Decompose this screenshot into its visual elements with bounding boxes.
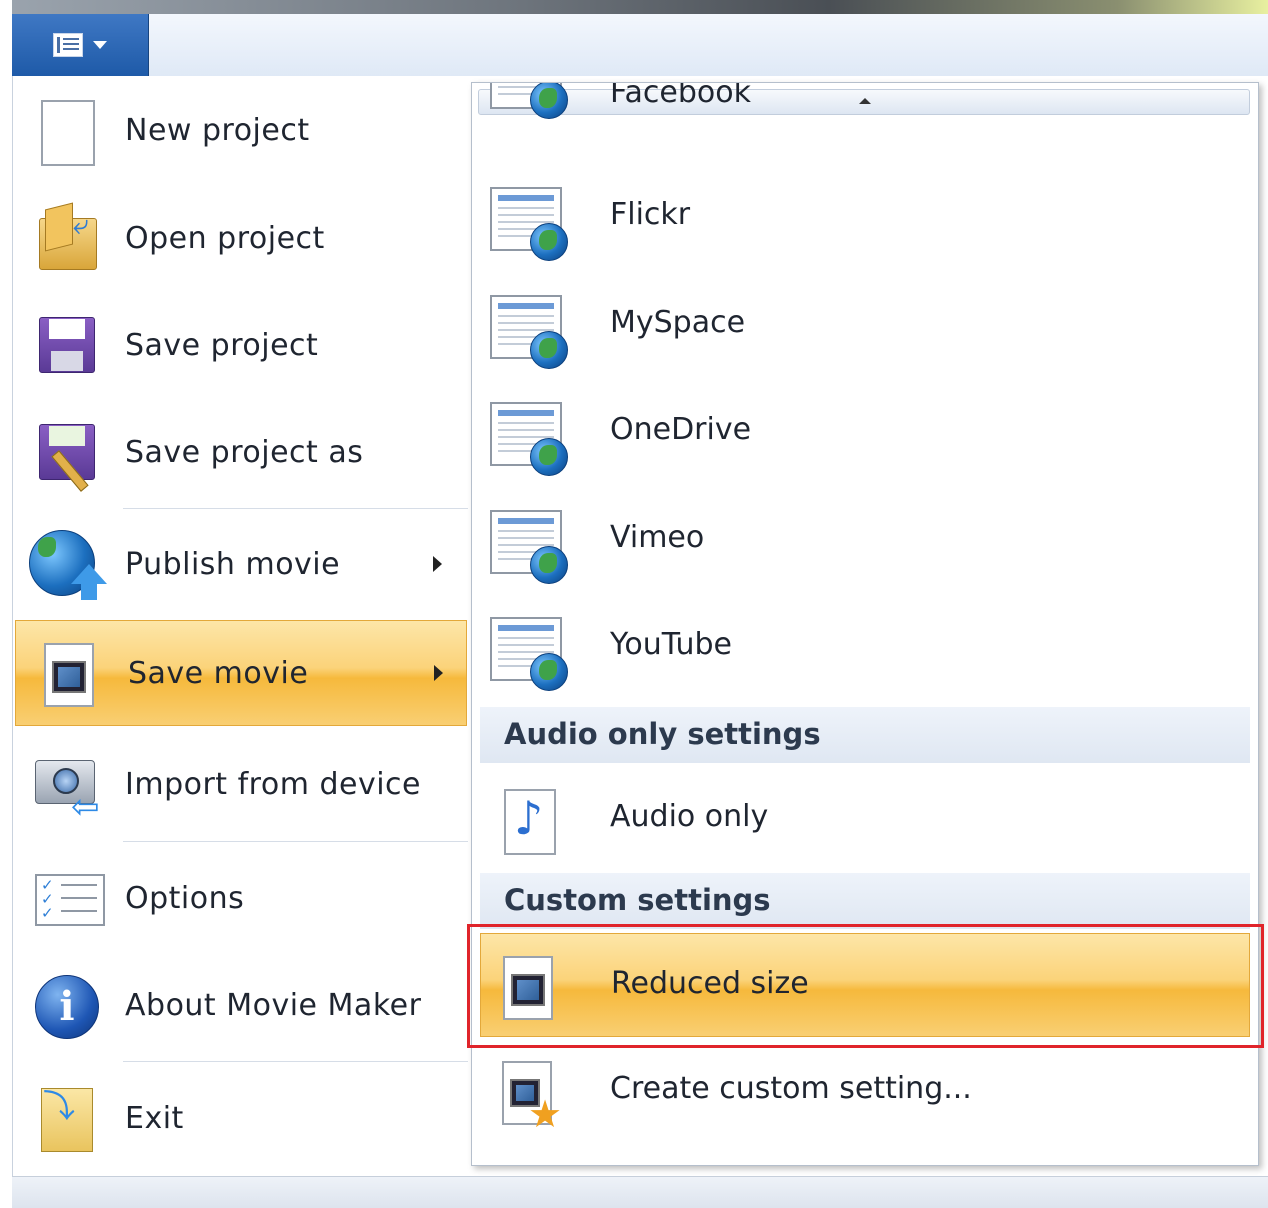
section-header-custom: Custom settings [480, 873, 1250, 929]
movie-file-icon [38, 639, 102, 709]
menu-item-save-project[interactable]: Save project [13, 293, 471, 397]
menu-item-exit[interactable]: ⤵ Exit [13, 1066, 471, 1170]
submenu-item-label: YouTube [610, 627, 732, 662]
menu-item-label: Publish movie [125, 546, 341, 582]
publish-globe-icon [29, 530, 107, 600]
menu-item-options[interactable]: ✓ ✓ ✓ Options [13, 846, 471, 950]
menu-item-label: Save project as [125, 434, 364, 470]
web-document-icon [490, 402, 570, 476]
submenu-item-label: Facebook [610, 82, 751, 110]
music-note-icon: ♪ [490, 789, 570, 861]
new-project-icon [35, 96, 99, 166]
app-menu-icon [53, 33, 83, 57]
menu-item-label: Options [125, 880, 245, 916]
app-menu-left-column: New project ⤶ Open project Save project [13, 76, 471, 1176]
menu-item-label: Open project [125, 220, 325, 256]
submenu-item-label: Flickr [610, 197, 691, 232]
web-document-icon [490, 83, 570, 119]
menu-separator [123, 841, 468, 842]
camera-import-icon: ⇦ [35, 750, 100, 824]
floppy-disk-icon [35, 311, 99, 381]
menu-separator [123, 1061, 468, 1062]
submenu-arrow-icon [433, 556, 442, 572]
menu-item-label: Save movie [128, 655, 309, 691]
menu-item-save-movie[interactable]: Save movie [15, 620, 467, 726]
submenu-item-onedrive[interactable]: OneDrive [472, 380, 1258, 487]
menu-separator [123, 508, 468, 509]
app-menu-button[interactable] [12, 14, 149, 76]
window-top-strip [12, 0, 1268, 14]
submenu-item-audio-only[interactable]: ♪ Audio only [472, 767, 1258, 874]
menu-item-publish-movie[interactable]: Publish movie [13, 512, 471, 616]
menu-item-new-project[interactable]: New project [13, 78, 471, 182]
floppy-edit-icon [35, 418, 99, 492]
menu-item-label: About Movie Maker [125, 987, 422, 1023]
submenu-arrow-icon [434, 665, 443, 681]
menu-item-label: Exit [125, 1100, 184, 1136]
menu-item-open-project[interactable]: ⤶ Open project [13, 186, 471, 290]
menu-item-label: Save project [125, 327, 319, 363]
movie-star-icon: ★ [490, 1061, 570, 1133]
section-header-label: Custom settings [504, 883, 771, 917]
submenu-item-label: OneDrive [610, 412, 752, 447]
submenu-item-youtube[interactable]: YouTube [472, 595, 1258, 702]
menu-item-label: New project [125, 112, 310, 148]
web-document-icon [490, 510, 570, 584]
menu-item-import-from-device[interactable]: ⇦ Import from device [13, 732, 471, 836]
exit-icon: ⤵ [35, 1084, 99, 1154]
submenu-item-label: MySpace [610, 305, 746, 340]
menu-item-label: Import from device [125, 766, 421, 802]
chevron-down-icon [93, 41, 107, 49]
section-header-audio: Audio only settings [480, 707, 1250, 763]
web-document-icon [490, 295, 570, 369]
open-folder-icon: ⤶ [35, 202, 99, 274]
submenu-item-facebook[interactable]: Facebook [472, 82, 1258, 130]
menu-item-about-movie-maker[interactable]: i About Movie Maker [13, 953, 471, 1057]
menu-footer-bar [12, 1176, 1268, 1208]
submenu-item-flickr[interactable]: Flickr [472, 165, 1258, 272]
submenu-item-myspace[interactable]: MySpace [472, 273, 1258, 380]
submenu-item-label: Audio only [610, 799, 769, 834]
checklist-icon: ✓ ✓ ✓ [35, 864, 105, 934]
section-header-label: Audio only settings [504, 717, 821, 751]
web-document-icon [490, 617, 570, 691]
web-document-icon [490, 187, 570, 261]
submenu-item-label: Create custom setting... [610, 1071, 972, 1106]
menu-item-save-project-as[interactable]: Save project as [13, 400, 471, 504]
info-icon: i [35, 971, 99, 1041]
submenu-item-label: Vimeo [610, 520, 705, 555]
annotation-highlight-box [467, 924, 1264, 1048]
ribbon-bar [12, 14, 1268, 77]
submenu-item-create-custom-setting[interactable]: ★ Create custom setting... [472, 1039, 1258, 1146]
app-menu-panel: New project ⤶ Open project Save project [12, 76, 1268, 1176]
submenu-item-vimeo[interactable]: Vimeo [472, 488, 1258, 595]
